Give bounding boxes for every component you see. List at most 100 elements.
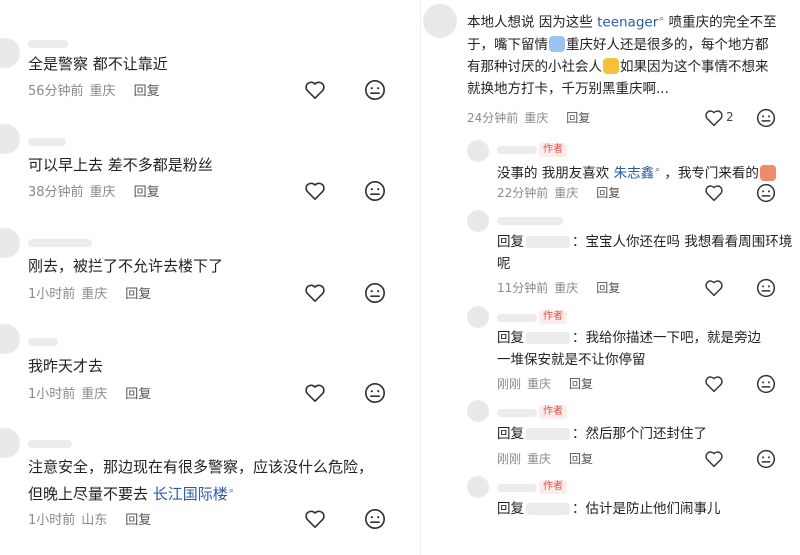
comment-text-part: 如果因为这个事情不想来 — [620, 58, 769, 75]
avatar[interactable] — [467, 400, 489, 422]
avatar[interactable] — [423, 4, 457, 38]
topic-link[interactable]: teenager — [597, 15, 658, 31]
reply-prefix: 回复 — [497, 426, 524, 442]
comment-text-part: 但晚上尽量不要去 — [28, 485, 153, 503]
comment-text-line: 本地人想说 因为这些 teenager⌕ 喷重庆的完全不至 — [467, 8, 777, 34]
avatar[interactable] — [467, 476, 489, 498]
reply-meta: 11分钟前 重庆 回复 — [497, 279, 620, 296]
comment-time: 56分钟前 — [28, 84, 84, 99]
comment-text-line: 就换地方打卡，千万别黑重庆啊... — [467, 80, 669, 97]
username[interactable] — [497, 146, 537, 154]
reply-location: 重庆 — [527, 377, 552, 391]
mention-link[interactable] — [526, 236, 570, 248]
reply-text-part: ：然后那个门还封住了 — [572, 426, 707, 442]
username[interactable] — [28, 338, 58, 346]
neutral-face-icon[interactable] — [364, 79, 386, 101]
username[interactable] — [497, 314, 537, 322]
reply-time: 刚刚 — [497, 377, 522, 391]
neutral-face-icon[interactable] — [364, 180, 386, 202]
comment-text-line: 有那种讨厌的小社会人 如果因为这个事情不想来 — [467, 56, 777, 78]
mention-link[interactable] — [526, 503, 570, 515]
author-badge: 作者 — [539, 143, 567, 157]
username[interactable] — [28, 40, 68, 48]
avatar[interactable] — [0, 324, 20, 354]
avatar[interactable] — [0, 38, 20, 68]
username[interactable] — [28, 138, 66, 146]
comment-time: 38分钟前 — [28, 185, 84, 200]
comment-text: 可以早上去 差不多都是粉丝 — [28, 156, 213, 174]
reply-text-part: ：我给你描述一下吧，就是旁边 — [572, 330, 761, 346]
reply-location: 重庆 — [554, 281, 579, 295]
username[interactable] — [28, 440, 72, 448]
neutral-face-icon[interactable] — [364, 508, 386, 530]
comment-text: 全是警察 都不让靠近 — [28, 55, 168, 73]
reply-button[interactable]: 回复 — [125, 287, 151, 302]
left-comment-panel: 全是警察 都不让靠近 56分钟前 重庆 回复 可以早上去 差不多都是粉丝 38分钟前… — [0, 0, 405, 555]
right-comment-panel: 本地人想说 因为这些 teenager⌕ 喷重庆的完全不至 于，嘴下留情 重庆好人… — [420, 0, 800, 555]
heart-outline-icon[interactable] — [304, 283, 326, 303]
reply-button[interactable]: 回复 — [125, 513, 151, 528]
neutral-face-icon[interactable] — [364, 282, 386, 304]
comment-location: 重庆 — [81, 387, 108, 402]
reply-text-part: ：估计是防止他们闹事儿 — [572, 501, 721, 517]
username[interactable] — [28, 239, 92, 247]
avatar[interactable] — [0, 228, 20, 258]
reply-button[interactable]: 回复 — [596, 281, 620, 295]
reply-text: 没事的 我朋友喜欢 朱志鑫⌕ ，我专门来看的 — [497, 159, 777, 185]
comment-text-part: 有那种讨厌的小社会人 — [467, 58, 602, 75]
heart-outline-icon[interactable] — [304, 181, 326, 201]
avatar[interactable] — [467, 210, 489, 232]
reply-button[interactable]: 回复 — [569, 377, 593, 391]
reply-text-line: 呢 — [497, 256, 511, 272]
username[interactable] — [497, 409, 537, 417]
heart-outline-icon[interactable] — [704, 184, 724, 202]
avatar[interactable] — [0, 124, 20, 154]
neutral-face-icon[interactable] — [756, 449, 776, 469]
mention-link[interactable] — [526, 428, 570, 440]
comment-location: 山东 — [81, 513, 108, 528]
neutral-face-icon[interactable] — [756, 278, 776, 298]
reply-text-line: 回复 ：宝宝人你还在吗 我想看看周围环境 — [497, 231, 792, 253]
person-link[interactable]: 朱志鑫 — [614, 166, 655, 182]
heart-outline-icon[interactable] — [704, 279, 724, 297]
comment-meta: 1小时前 山东 回复 — [28, 509, 151, 528]
reply-time: 22分钟前 — [497, 186, 549, 200]
heart-outline-icon[interactable] — [704, 375, 724, 393]
comment-time: 1小时前 — [28, 513, 76, 528]
reply-button[interactable]: 回复 — [134, 185, 160, 200]
reply-meta: 22分钟前 重庆 回复 — [497, 184, 620, 201]
author-badge: 作者 — [539, 310, 567, 324]
neutral-face-icon[interactable] — [756, 374, 776, 394]
reply-button[interactable]: 回复 — [569, 452, 593, 466]
heart-outline-icon[interactable] — [704, 109, 724, 127]
emoji-icon — [549, 35, 565, 52]
comment-location: 重庆 — [524, 111, 549, 125]
neutral-face-icon[interactable] — [364, 382, 386, 404]
avatar[interactable] — [467, 306, 489, 328]
comment-location: 重庆 — [89, 84, 116, 99]
reply-text-part: 没事的 我朋友喜欢 — [497, 165, 614, 182]
heart-outline-icon[interactable] — [704, 450, 724, 468]
reply-button[interactable]: 回复 — [125, 387, 151, 402]
avatar[interactable] — [467, 140, 489, 162]
reply-button[interactable]: 回复 — [134, 84, 160, 99]
avatar[interactable] — [0, 428, 20, 458]
reply-button[interactable]: 回复 — [566, 111, 590, 125]
mention-link[interactable] — [526, 332, 570, 344]
username[interactable] — [497, 484, 537, 492]
heart-outline-icon[interactable] — [304, 509, 326, 529]
neutral-face-icon[interactable] — [756, 108, 776, 128]
author-badge: 作者 — [539, 480, 567, 494]
heart-outline-icon[interactable] — [304, 80, 326, 100]
location-link[interactable]: 长江国际楼 — [153, 485, 228, 503]
heart-outline-icon[interactable] — [304, 383, 326, 403]
neutral-face-icon[interactable] — [756, 183, 776, 203]
angry-cat-emoji-icon — [603, 57, 619, 74]
comment-meta: 1小时前 重庆 回复 — [28, 383, 151, 402]
reply-text-line: 一堆保安就是不让你停留 — [497, 352, 646, 368]
username[interactable] — [497, 217, 563, 225]
location-link-icon: ⌕ — [228, 486, 234, 496]
comment-location: 重庆 — [89, 185, 116, 200]
reply-button[interactable]: 回复 — [596, 186, 620, 200]
reply-meta: 刚刚 重庆 回复 — [497, 375, 593, 392]
